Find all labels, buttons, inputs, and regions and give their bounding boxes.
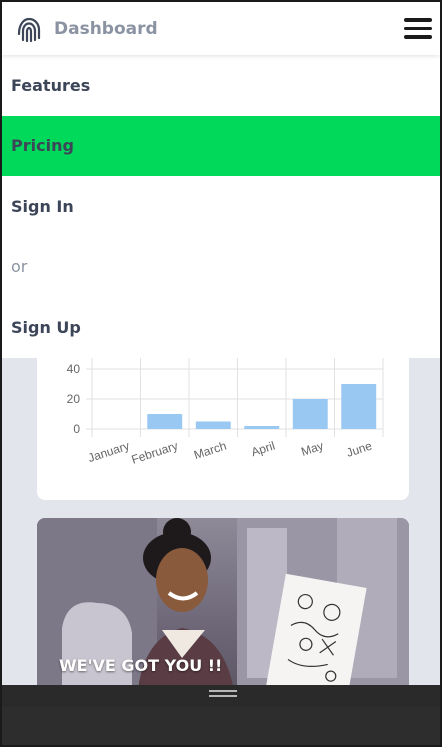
promo-headline: WE'VE GOT YOU !!: [59, 656, 223, 675]
fingerprint-icon[interactable]: [14, 14, 44, 44]
menu-item-sign-up[interactable]: Sign Up: [2, 297, 440, 358]
hamburger-menu-icon[interactable]: [404, 18, 432, 40]
y-tick-label: 0: [73, 422, 80, 436]
menu-item-features[interactable]: Features: [2, 55, 440, 116]
promo-banner[interactable]: WE'VE GOT YOU !!: [37, 518, 409, 698]
chart-bar: [292, 399, 328, 429]
drag-handle-icon[interactable]: [209, 690, 237, 699]
y-tick-label: 40: [67, 362, 81, 376]
x-tick-label: April: [250, 439, 277, 460]
menu-item-pricing[interactable]: Pricing: [2, 115, 440, 176]
menu-item-label: or: [11, 257, 28, 277]
x-tick-label: January: [86, 439, 131, 466]
top-nav-bar: Dashboard: [2, 2, 440, 55]
menu-item-sign-in[interactable]: Sign In: [2, 176, 440, 237]
x-tick-label: February: [130, 439, 180, 467]
menu-separator-or: or: [2, 237, 440, 298]
bottom-drawer-bar: [2, 685, 440, 707]
chart-bar: [195, 421, 231, 429]
menu-item-label: Pricing: [11, 136, 74, 156]
menu-item-label: Sign In: [11, 196, 74, 216]
chart-bar: [341, 384, 377, 429]
app-frame: Dashboard Features Pricing Sign In or Si…: [0, 0, 442, 747]
y-tick-label: 20: [67, 392, 81, 406]
menu-item-label: Features: [11, 75, 91, 95]
menu-item-label: Sign Up: [11, 317, 81, 337]
x-tick-label: May: [299, 439, 325, 459]
x-tick-label: June: [345, 438, 374, 459]
chart-bar: [244, 426, 280, 429]
bottom-panel: [2, 707, 440, 745]
chart-bar: [147, 414, 183, 429]
nav-menu: Features Pricing Sign In or Sign Up: [2, 55, 440, 358]
brand-title[interactable]: Dashboard: [54, 19, 158, 39]
x-tick-label: March: [192, 439, 228, 463]
